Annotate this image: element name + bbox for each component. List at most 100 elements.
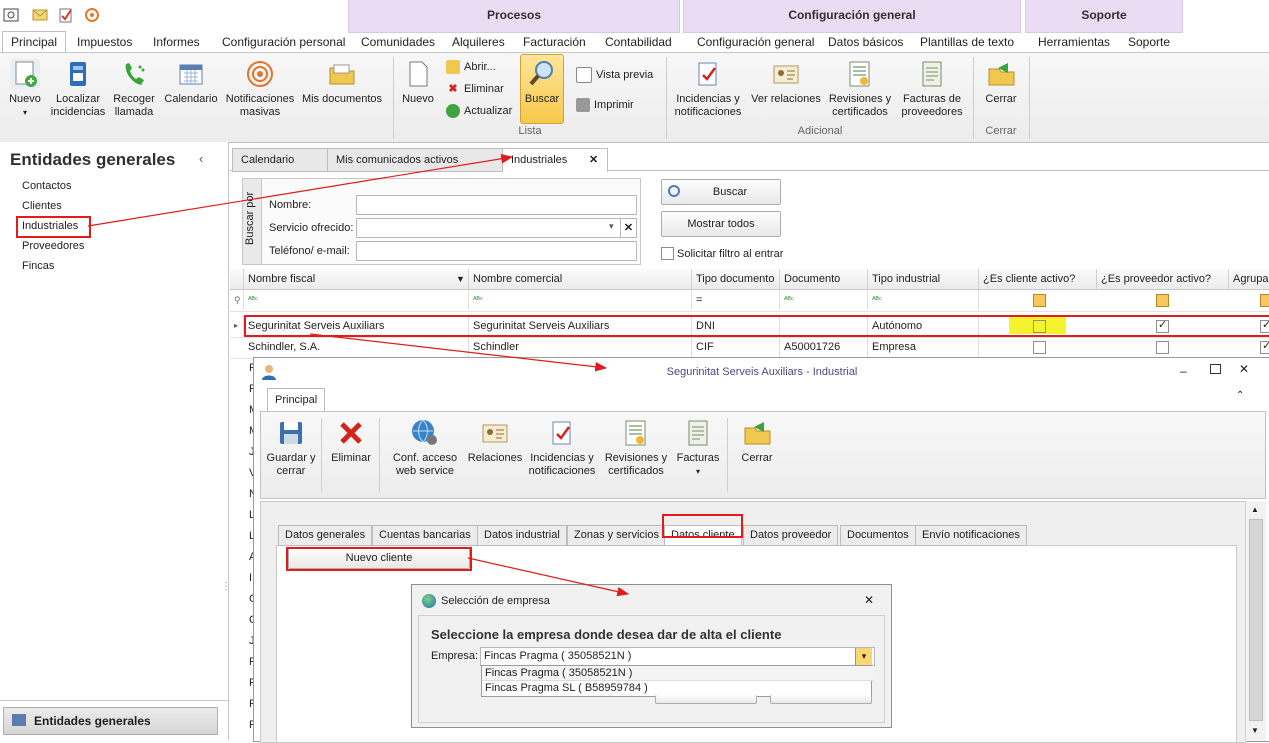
window-incidencias-button[interactable]: Incidencias y notificaciones [526, 412, 598, 478]
conf-acceso-button[interactable]: Conf. acceso web service [385, 412, 465, 478]
col-tipo-documento[interactable]: Tipo documento [692, 269, 780, 289]
servicio-select[interactable]: ▾ ✕ [356, 218, 637, 238]
tab-plantillas-de-texto[interactable]: Plantillas de texto [920, 32, 1014, 52]
subtab-cuentas-bancarias[interactable]: Cuentas bancarias [372, 525, 478, 546]
notificaciones-masivas-button[interactable]: Notificaciones masivas [225, 53, 295, 119]
mostrar-todos-button[interactable]: Mostrar todos [661, 211, 781, 237]
tab-impuestos[interactable]: Impuestos [77, 32, 132, 52]
dialog-ok-button[interactable] [655, 695, 757, 704]
collapse-ribbon-icon[interactable]: ⌃ [1236, 390, 1244, 401]
col-tipo-industrial[interactable]: Tipo industrial [868, 269, 979, 289]
doc-tab-industriales[interactable]: Industriales ✕ [502, 148, 608, 172]
dropdown-arrow-icon[interactable]: ▾ [855, 648, 872, 665]
dropdown-arrow-icon[interactable]: ▾ [609, 221, 614, 232]
filter-checkbox-agrupa[interactable] [1260, 294, 1269, 307]
subtab-datos-generales[interactable]: Datos generales [278, 525, 373, 546]
localizar-incidencias-button[interactable]: Localizar incidencias [49, 53, 107, 119]
filter-checkbox-proveedor[interactable] [1156, 294, 1169, 307]
sidebar-footer-button[interactable]: Entidades generales [3, 707, 218, 735]
solicitar-filtro-checkbox[interactable] [661, 247, 674, 260]
vertical-scrollbar[interactable]: ▲ ▼ [1245, 501, 1266, 741]
facturas-proveedores-button[interactable]: Facturas de proveedores [898, 53, 966, 119]
empresa-option[interactable]: Fincas Pragma ( 35058521N ) [482, 666, 874, 681]
text-filter-icon[interactable]: ᴬᴮᶜ [469, 290, 692, 310]
col-agrupa[interactable]: Agrupa [1229, 269, 1269, 289]
cell-documento[interactable]: A50001726 [780, 337, 868, 357]
window-eliminar-button[interactable]: Eliminar [327, 412, 375, 465]
search-buscar-button[interactable]: Buscar [661, 179, 781, 205]
vista-previa-button[interactable]: Vista previa [576, 65, 653, 85]
buscar-button[interactable]: Buscar [520, 54, 564, 124]
window-cerrar-button[interactable]: Cerrar [733, 412, 781, 465]
agrupa-checkbox[interactable] [1260, 339, 1269, 354]
sidebar-item-proveedores[interactable]: Proveedores [22, 240, 84, 252]
tab-configuracion-general[interactable]: Configuración general [697, 32, 814, 52]
dialog-close-icon[interactable]: ✕ [864, 593, 874, 607]
subtab-zonas-servicios[interactable]: Zonas y servicios [567, 525, 666, 546]
scroll-up-icon[interactable]: ▲ [1251, 505, 1259, 514]
calendario-button[interactable]: Calendario [163, 53, 219, 106]
guardar-cerrar-button[interactable]: Guardar y cerrar [265, 412, 317, 478]
table-row[interactable]: Schindler, S.A. Schindler CIF A50001726 … [230, 337, 1269, 359]
window-tab-principal[interactable]: Principal [267, 388, 326, 411]
relaciones-button[interactable]: Relaciones [465, 412, 525, 465]
tab-facturacion[interactable]: Facturación [523, 32, 586, 52]
lista-new-button[interactable]: Nuevo [398, 53, 438, 106]
sidebar-item-contactos[interactable]: Contactos [22, 180, 72, 192]
text-filter-icon[interactable]: ᴬᴮᶜ [868, 290, 979, 310]
tab-soporte[interactable]: Soporte [1128, 32, 1170, 52]
empresa-option[interactable]: Fincas Pragma SL ( B58959784 ) [482, 681, 874, 695]
ver-relaciones-button[interactable]: Ver relaciones [750, 53, 822, 106]
col-es-proveedor-activo[interactable]: ¿Es proveedor activo? [1097, 269, 1229, 289]
doc-tab-calendario[interactable]: Calendario [232, 148, 328, 172]
abrir-button[interactable]: Abrir... [446, 57, 496, 77]
cell-nombre-fiscal[interactable]: Schindler, S.A. [244, 337, 469, 357]
col-nombre-comercial[interactable]: Nombre comercial [469, 269, 692, 289]
mail-icon[interactable] [32, 7, 48, 23]
cerrar-button[interactable]: Cerrar [978, 53, 1024, 106]
scroll-down-icon[interactable]: ▼ [1251, 726, 1259, 735]
tab-configuracion-personal[interactable]: Configuración personal [222, 32, 345, 52]
telefono-input[interactable] [356, 241, 637, 261]
app-menu-icon[interactable] [3, 7, 19, 23]
broadcast-icon[interactable] [84, 7, 100, 23]
col-es-cliente-activo[interactable]: ¿Es cliente activo? [979, 269, 1097, 289]
sidebar-item-fincas[interactable]: Fincas [22, 260, 54, 272]
window-facturas-button[interactable]: Facturas ▾ [672, 412, 724, 478]
tab-principal[interactable]: Principal [2, 31, 67, 54]
doc-tab-mis-comunicados[interactable]: Mis comunicados activos [327, 148, 503, 172]
cell-tipo-documento[interactable]: CIF [692, 337, 780, 357]
tab-datos-basicos[interactable]: Datos básicos [828, 32, 903, 52]
eliminar-button[interactable]: ✖ Eliminar [446, 79, 503, 99]
cliente-activo-checkbox[interactable] [1033, 341, 1046, 354]
subtab-datos-proveedor[interactable]: Datos proveedor [743, 525, 839, 546]
col-documento[interactable]: Documento [780, 269, 868, 289]
nombre-input[interactable] [356, 195, 637, 215]
imprimir-button[interactable]: Imprimir [576, 95, 634, 115]
sidebar-item-clientes[interactable]: Clientes [22, 200, 62, 212]
close-window-icon[interactable]: ✕ [1239, 362, 1249, 376]
window-revisiones-button[interactable]: Revisiones y certificados [601, 412, 671, 478]
tab-contabilidad[interactable]: Contabilidad [605, 32, 672, 52]
dialog-cancel-button[interactable] [770, 695, 872, 704]
scrollbar-thumb[interactable] [1249, 519, 1263, 721]
tab-comunidades[interactable]: Comunidades [361, 32, 435, 52]
empresa-select[interactable]: Fincas Pragma ( 35058521N ) ▾ [480, 647, 875, 666]
revisiones-button[interactable]: Revisiones y certificados [826, 53, 894, 119]
filter-checkbox-cliente[interactable] [1033, 294, 1046, 307]
recoger-llamada-button[interactable]: Recoger llamada [109, 53, 159, 119]
subtab-datos-industrial[interactable]: Datos industrial [477, 525, 567, 546]
subtab-envio-notificaciones[interactable]: Envío notificaciones [915, 525, 1027, 546]
proveedor-activo-checkbox[interactable] [1156, 341, 1169, 354]
mis-documentos-button[interactable]: Mis documentos [301, 53, 383, 106]
tab-herramientas[interactable]: Herramientas [1038, 32, 1110, 52]
text-filter-icon[interactable]: ᴬᴮᶜ [780, 290, 868, 310]
close-tab-icon[interactable]: ✕ [589, 149, 598, 171]
minimize-icon[interactable]: – [1180, 364, 1187, 378]
col-nombre-fiscal[interactable]: Nombre fiscal ▼ [244, 269, 469, 289]
subtab-documentos[interactable]: Documentos [840, 525, 916, 546]
equals-filter-icon[interactable]: = [692, 290, 780, 310]
task-icon[interactable] [58, 7, 74, 23]
text-filter-icon[interactable]: ᴬᴮᶜ [244, 290, 469, 310]
maximize-icon[interactable] [1210, 364, 1221, 374]
